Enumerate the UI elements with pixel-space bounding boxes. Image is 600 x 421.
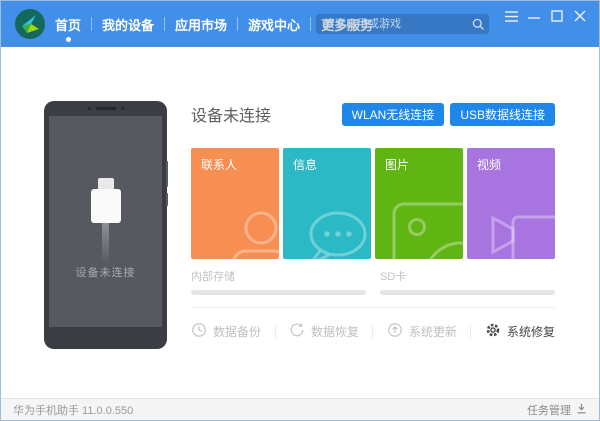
update-icon — [387, 322, 403, 341]
nav-item-game-center[interactable]: 游戏中心 — [238, 1, 310, 47]
nav-label: 游戏中心 — [248, 17, 301, 33]
task-manager-button[interactable]: 任务管理 — [527, 402, 587, 418]
category-tiles: 联系人 信息 图片 视频 — [191, 148, 555, 259]
restore-icon — [289, 322, 305, 341]
window-controls — [504, 9, 587, 23]
messages-icon — [293, 207, 371, 259]
task-manager-label: 任务管理 — [527, 404, 571, 417]
action-label: 数据恢复 — [310, 325, 359, 339]
tile-label: 视频 — [477, 158, 502, 172]
nav-label: 我的设备 — [102, 17, 155, 33]
pictures-icon — [391, 201, 463, 259]
nav-item-my-device[interactable]: 我的设备 — [92, 1, 164, 47]
action-divider — [372, 324, 374, 339]
close-icon[interactable] — [573, 9, 587, 23]
app-version-text: 华为手机助手 11.0.0.550 — [13, 404, 134, 417]
menu-icon[interactable] — [504, 9, 518, 23]
app-window: 首页 我的设备 应用市场 游戏中心 更多服务 搜索应用或游戏 设备未连接 设备未… — [0, 0, 600, 421]
hisuite-logo-icon — [15, 9, 45, 39]
system-update-button[interactable]: 系统更新 — [387, 322, 457, 341]
sd-card-storage-bar — [380, 290, 555, 295]
action-label: 系统修复 — [506, 325, 555, 339]
tile-label: 联系人 — [201, 158, 238, 172]
search-icon[interactable] — [472, 18, 485, 31]
phone-volume-button — [166, 161, 168, 187]
title-bar: 首页 我的设备 应用市场 游戏中心 更多服务 — [1, 1, 599, 47]
tile-contacts[interactable]: 联系人 — [191, 148, 279, 259]
tile-pictures[interactable]: 图片 — [375, 148, 463, 259]
nav-label: 首页 — [55, 17, 82, 33]
sd-card-storage: SD卡 — [380, 268, 555, 295]
nav-label: 应用市场 — [175, 17, 228, 33]
nav-item-home[interactable]: 首页 — [45, 1, 91, 47]
contacts-icon — [213, 209, 279, 259]
backup-clock-icon — [191, 322, 207, 341]
connect-buttons: WLAN无线连接 USB数据线连接 — [341, 102, 555, 126]
internal-storage: 内部存储 — [191, 268, 366, 295]
phone-earpiece — [44, 107, 167, 110]
maximize-icon[interactable] — [550, 9, 564, 23]
phone-power-button — [166, 193, 168, 206]
page-title: 设备未连接 — [191, 108, 272, 125]
tile-messages[interactable]: 信息 — [283, 148, 371, 259]
phone-screen: 设备未连接 — [49, 116, 162, 327]
wlan-connect-button[interactable]: WLAN无线连接 — [341, 102, 445, 126]
nav-item-app-market[interactable]: 应用市场 — [165, 1, 237, 47]
search-input[interactable] — [316, 18, 472, 30]
data-backup-button[interactable]: 数据备份 — [191, 322, 261, 341]
minimize-icon[interactable] — [527, 9, 541, 23]
repair-gear-icon — [485, 322, 501, 341]
phone-illustration: 设备未连接 — [44, 101, 168, 349]
status-bar: 华为手机助手 11.0.0.550 任务管理 — [1, 398, 599, 420]
videos-icon — [483, 207, 555, 259]
storage-label: SD卡 — [380, 271, 407, 283]
usb-cable — [102, 223, 109, 265]
storage-section: 内部存储 SD卡 — [191, 268, 555, 295]
system-repair-button[interactable]: 系统修复 — [485, 322, 555, 341]
action-label: 数据备份 — [213, 325, 262, 339]
storage-label: 内部存储 — [191, 271, 235, 283]
download-icon — [576, 403, 587, 417]
tile-label: 信息 — [293, 158, 318, 172]
data-restore-button[interactable]: 数据恢复 — [289, 322, 359, 341]
active-indicator-dot — [65, 37, 71, 42]
search-box — [316, 14, 489, 34]
usb-connect-button[interactable]: USB数据线连接 — [450, 102, 555, 126]
actions-row: 数据备份 数据恢复 系统更新 系统修复 — [191, 322, 555, 341]
section-divider — [191, 307, 555, 308]
action-divider — [470, 324, 472, 339]
usb-plug-body — [90, 189, 121, 223]
tile-videos[interactable]: 视频 — [467, 148, 555, 259]
tile-label: 图片 — [385, 158, 410, 172]
action-label: 系统更新 — [408, 325, 457, 339]
action-divider — [274, 324, 276, 339]
internal-storage-bar — [191, 290, 366, 295]
device-disconnected-text: 设备未连接 — [75, 267, 136, 279]
